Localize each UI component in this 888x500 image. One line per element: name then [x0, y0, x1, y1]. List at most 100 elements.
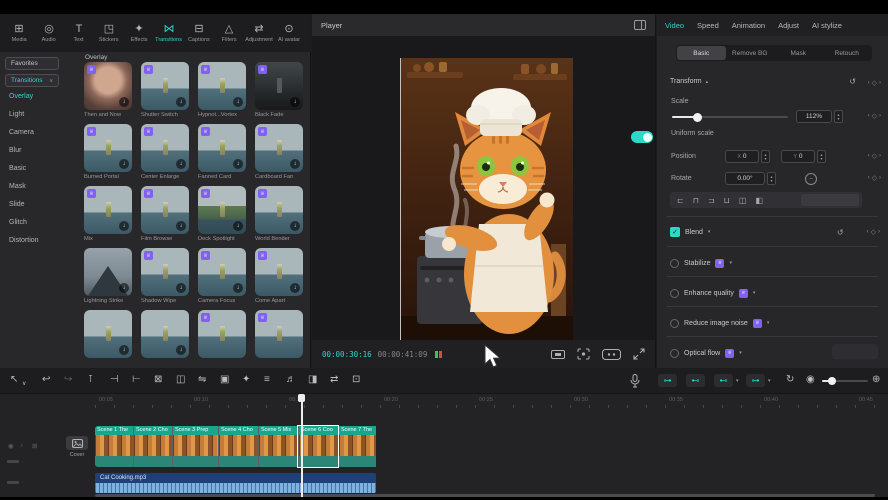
track-handle[interactable]: [7, 460, 19, 463]
link-toggle[interactable]: ⊷: [714, 374, 733, 387]
scale-value-field[interactable]: 112%: [796, 110, 832, 123]
tab-ai-stylize[interactable]: AI stylize: [812, 21, 842, 30]
hide-track-icon[interactable]: ◉: [8, 442, 14, 450]
zoom-fit-icon[interactable]: ↻: [786, 373, 794, 387]
transition-item[interactable]: ♕↓Mix: [84, 186, 132, 246]
rotate-stepper[interactable]: ▲▼: [767, 172, 776, 185]
rotate-dial[interactable]: −: [805, 173, 817, 185]
redo-icon[interactable]: ↪: [64, 373, 72, 387]
transition-item[interactable]: ♕↓World Bender: [255, 186, 303, 246]
timeline-clip[interactable]: Scene 2 Cho: [133, 426, 172, 467]
chevron-down-icon[interactable]: ▾: [739, 350, 742, 356]
timeline-clip[interactable]: Scene 3 Prep: [172, 426, 218, 467]
favorites-button[interactable]: Favorites: [5, 57, 59, 70]
center-vertical-icon[interactable]: ◧: [755, 196, 763, 205]
timeline-zoom-knob[interactable]: [828, 377, 836, 385]
position-x-field[interactable]: X0: [725, 150, 759, 163]
undo-icon[interactable]: ↩: [42, 373, 50, 387]
timeline-zoom-slider[interactable]: [822, 380, 868, 382]
preview-axis-toggle[interactable]: ⊶: [746, 374, 765, 387]
chevron-down-icon[interactable]: ▾: [708, 229, 711, 235]
sidebar-item-light[interactable]: Light: [9, 111, 24, 118]
blend-keyframe-control[interactable]: ‹◇›: [867, 228, 880, 236]
subtab-retouch[interactable]: Retouch: [823, 46, 872, 60]
tab-animation[interactable]: Animation: [732, 21, 765, 30]
toolbar-tab-stickers[interactable]: ◳Stickers: [94, 24, 124, 43]
align-bottom-icon[interactable]: ⊔: [724, 196, 730, 205]
lock-track-icon[interactable]: ⊠: [32, 442, 37, 450]
position-y-field[interactable]: Y0: [781, 150, 815, 163]
timeline-clip[interactable]: Scene 1 The: [95, 426, 133, 467]
next-keyframe-icon[interactable]: ›: [879, 80, 881, 86]
timeline-clip[interactable]: Scene 7 The: [338, 426, 376, 467]
scale-slider-knob[interactable]: [693, 113, 702, 122]
position-x-stepper[interactable]: ▲▼: [761, 150, 770, 163]
transition-item[interactable]: ↓: [84, 310, 132, 368]
scale-keyframe-control[interactable]: ‹◇›: [868, 112, 881, 120]
transition-item[interactable]: ♕↓Camera Focus: [198, 248, 246, 308]
transition-item[interactable]: ♕: [255, 310, 303, 368]
toolbar-tab-audio[interactable]: ◎Audio: [34, 24, 64, 43]
center-horizontal-icon[interactable]: ◫: [739, 196, 747, 205]
transition-item[interactable]: ♕↓Hypnot...Vortex: [198, 62, 246, 122]
transition-item[interactable]: ↓: [141, 310, 189, 368]
aspect-ratio-icon[interactable]: [551, 349, 565, 360]
uniform-scale-toggle[interactable]: [631, 131, 653, 143]
transition-item[interactable]: ♕↓Fanned Card: [198, 124, 246, 184]
rotate-keyframe-control[interactable]: ‹◇›: [868, 174, 881, 182]
mirror-icon[interactable]: ◨: [308, 373, 317, 387]
tab-video[interactable]: Video: [665, 21, 684, 30]
delete-right-icon[interactable]: ⊢: [132, 373, 141, 387]
transition-item[interactable]: ♕↓Center Enlarge: [141, 124, 189, 184]
transition-item[interactable]: ♕: [198, 310, 246, 368]
sidebar-item-mask[interactable]: Mask: [9, 183, 26, 190]
zoom-in-icon[interactable]: ⊕: [872, 373, 880, 387]
timeline-ruler[interactable]: 00:05 00:10 00:15 00:20 00:25 00:30 00:3…: [0, 394, 888, 410]
cover-button[interactable]: [66, 436, 88, 450]
blend-checkbox[interactable]: ✓: [670, 227, 680, 237]
record-voiceover-icon[interactable]: [630, 374, 640, 388]
layout-icon[interactable]: [634, 20, 646, 30]
grid-tool-icon[interactable]: ⊡: [352, 373, 360, 387]
swap-icon[interactable]: ⇄: [330, 373, 338, 387]
keyframe-diamond-icon[interactable]: ◇: [872, 79, 877, 87]
chevron-down-icon[interactable]: ▾: [767, 320, 770, 326]
scale-stepper[interactable]: ▲▼: [834, 110, 843, 123]
keyframe-control[interactable]: ‹◇›: [868, 79, 881, 87]
smart-tool-icon[interactable]: ✦: [242, 373, 250, 387]
crop-icon[interactable]: ▣: [220, 373, 229, 387]
chevron-down-icon[interactable]: ▾: [753, 290, 756, 296]
split-icon[interactable]: ⊺: [88, 373, 93, 387]
track-handle[interactable]: [7, 481, 19, 484]
transition-item[interactable]: ↓Lightning Strike: [84, 248, 132, 308]
timeline-clip[interactable]: Scene 4 Cho: [218, 426, 258, 467]
video-preview[interactable]: [400, 58, 572, 340]
reduce-noise-checkbox[interactable]: [670, 319, 679, 328]
toolbar-tab-filters[interactable]: △Filters: [214, 24, 244, 43]
tab-adjust[interactable]: Adjust: [778, 21, 799, 30]
sidebar-item-blur[interactable]: Blur: [9, 147, 21, 154]
chevron-down-icon[interactable]: ▾: [736, 378, 739, 384]
toolbar-tab-text[interactable]: TText: [64, 24, 94, 43]
transition-item[interactable]: ♕↓Deck Spotlight: [198, 186, 246, 246]
subtab-remove-bg[interactable]: Remove BG: [726, 46, 775, 60]
collapse-icon[interactable]: ▴: [706, 79, 709, 85]
position-y-stepper[interactable]: ▲▼: [817, 150, 826, 163]
transition-item[interactable]: ♕↓Shadow Wipe: [141, 248, 189, 308]
subtab-mask[interactable]: Mask: [774, 46, 823, 60]
horizontal-scrollbar[interactable]: [95, 494, 875, 497]
transition-item[interactable]: ♕↓Burned Portal: [84, 124, 132, 184]
align-right-icon[interactable]: ⊐: [708, 196, 715, 205]
align-left-icon[interactable]: ⊏: [677, 196, 684, 205]
transitions-dropdown[interactable]: Transitions∨: [5, 74, 59, 87]
toolbar-tab-captions[interactable]: ⊟Captions: [184, 24, 214, 43]
adjust-tool-icon[interactable]: ≡: [264, 373, 270, 387]
reset-blend-icon[interactable]: ↺: [837, 228, 844, 237]
sidebar-item-basic[interactable]: Basic: [9, 165, 26, 172]
transition-item[interactable]: ♕↓Black Fade: [255, 62, 303, 122]
sidebar-item-distortion[interactable]: Distortion: [9, 237, 39, 244]
transition-item[interactable]: ♕↓Then and Now: [84, 62, 132, 122]
sidebar-item-camera[interactable]: Camera: [9, 129, 34, 136]
sidebar-item-overlay[interactable]: Overlay: [9, 93, 33, 100]
freeze-frame-icon[interactable]: ◫: [176, 373, 185, 387]
